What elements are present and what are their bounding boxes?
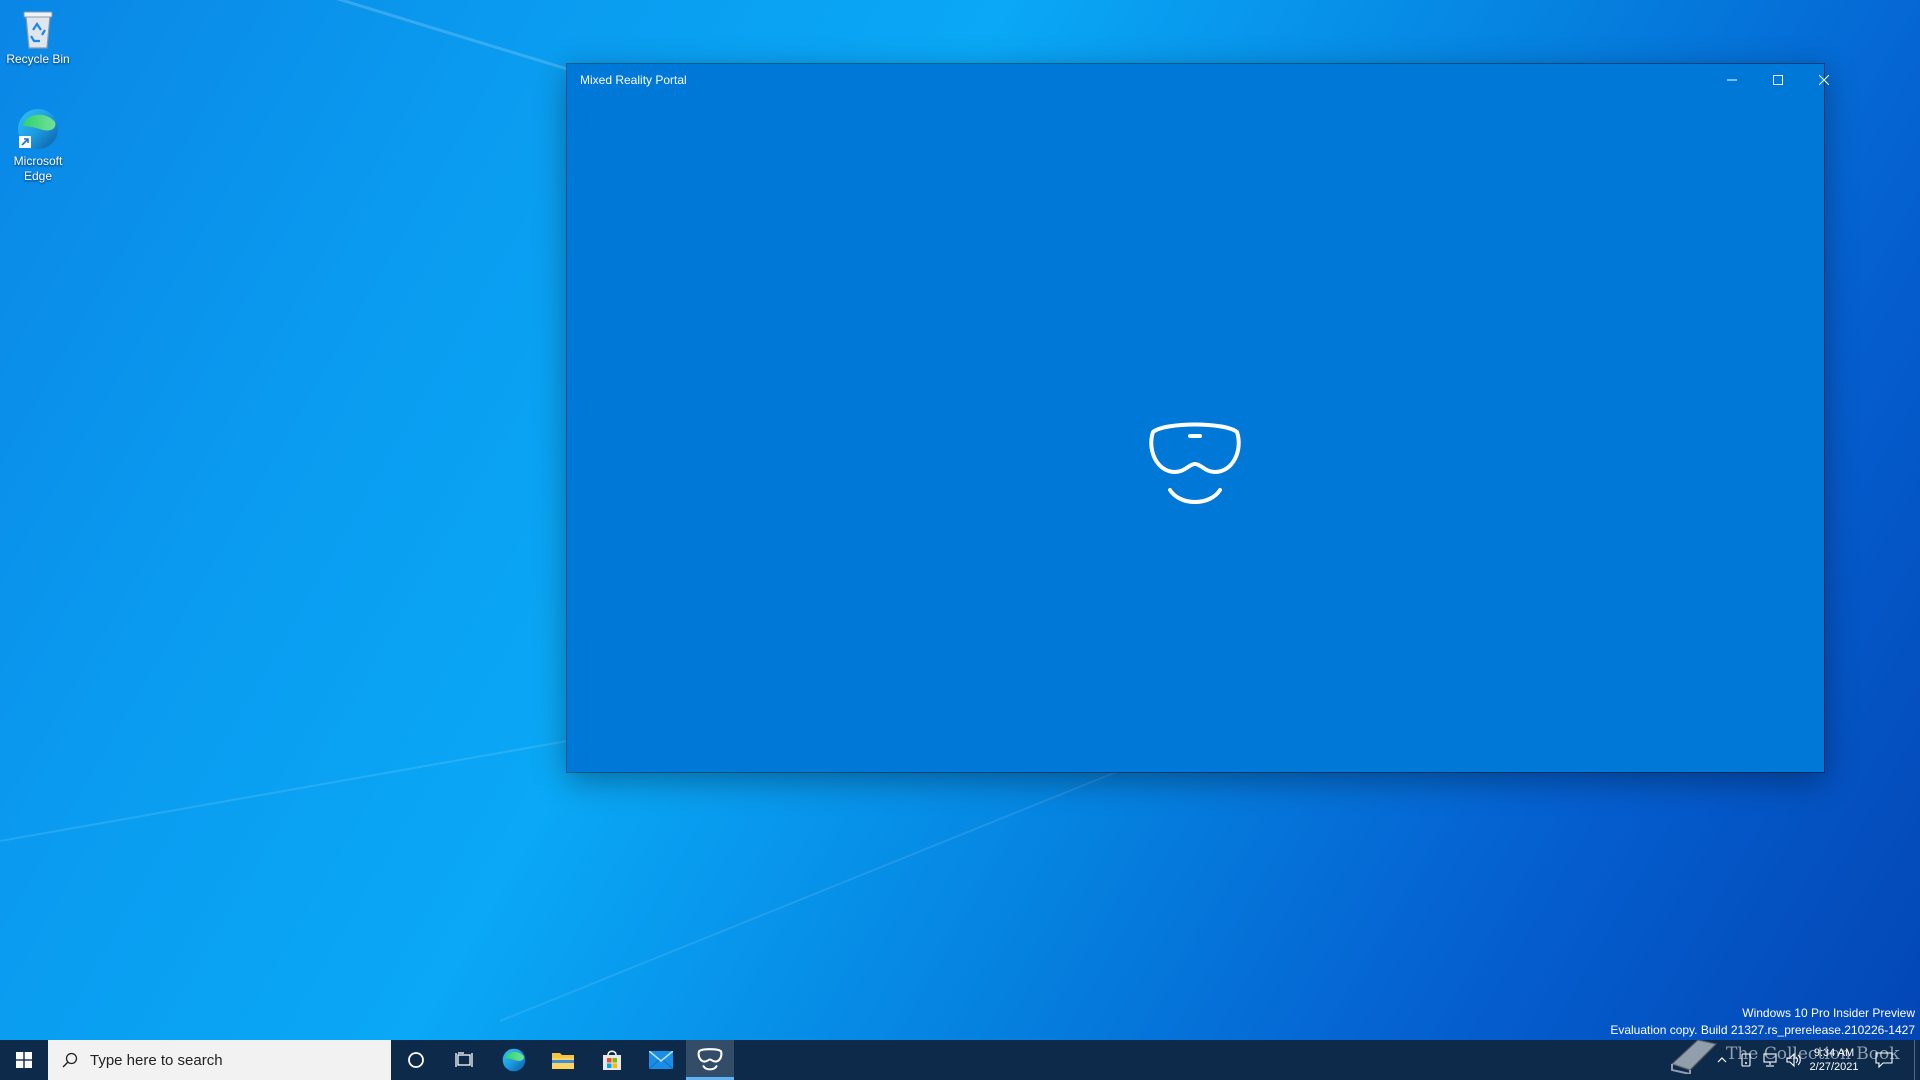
task-view-button[interactable]	[440, 1040, 488, 1080]
folder-icon	[552, 1053, 574, 1069]
minimize-icon	[1727, 79, 1737, 81]
task-view-icon	[455, 1052, 473, 1067]
desktop-icon-label: Recycle Bin	[6, 52, 70, 66]
taskbar-search-box[interactable]: Type here to search	[48, 1040, 391, 1080]
tray-network-button[interactable]	[1758, 1040, 1782, 1080]
desktop-icon-label: Microsoft Edge	[13, 154, 63, 183]
edge-icon	[18, 109, 58, 149]
windows-logo-icon	[16, 1052, 32, 1068]
desktop: Recycle Bin Microsoft Edge Mixed Reality…	[0, 0, 1920, 1040]
desktop-icon-recycle-bin[interactable]: Recycle Bin	[0, 6, 76, 67]
show-desktop-button[interactable]	[1914, 1040, 1920, 1080]
search-placeholder: Type here to search	[90, 1051, 223, 1069]
close-icon	[1819, 75, 1829, 85]
mixed-reality-portal-window[interactable]: Mixed Reality Portal	[567, 64, 1829, 772]
window-content	[567, 96, 1824, 772]
taskbar: Type here to search 9:34 AM 2/27/2021	[0, 1040, 1920, 1080]
mail-icon	[649, 1051, 673, 1069]
cortana-icon	[408, 1052, 424, 1068]
taskbar-mail-button[interactable]	[637, 1040, 685, 1080]
taskbar-clock[interactable]: 9:34 AM 2/27/2021	[1806, 1040, 1862, 1080]
watermark-line: Windows 10 Pro Insider Preview	[1742, 1006, 1915, 1020]
start-button[interactable]	[0, 1040, 48, 1080]
close-button[interactable]	[1801, 64, 1847, 96]
tray-device-button[interactable]	[1734, 1040, 1758, 1080]
tray-volume-button[interactable]	[1782, 1040, 1806, 1080]
window-title: Mixed Reality Portal	[580, 73, 687, 87]
taskbar-file-explorer-button[interactable]	[539, 1040, 587, 1080]
clock-date: 2/27/2021	[1809, 1061, 1859, 1073]
maximize-icon	[1773, 75, 1783, 85]
watermark-line: Evaluation copy. Build 21327.rs_prerelea…	[1610, 1023, 1915, 1037]
mixed-reality-headset-icon	[697, 1048, 723, 1071]
store-icon	[603, 1050, 621, 1070]
action-center-button[interactable]	[1862, 1040, 1906, 1080]
clock-time: 9:34 AM	[1813, 1047, 1855, 1059]
device-icon	[1741, 1053, 1751, 1067]
taskbar-mixed-reality-portal-button[interactable]	[686, 1040, 734, 1080]
mixed-reality-headset-icon	[1149, 422, 1241, 504]
windows-evaluation-watermark: Windows 10 Pro Insider Preview Evaluatio…	[1610, 1005, 1915, 1039]
notification-icon	[1875, 1052, 1893, 1068]
network-icon	[1763, 1053, 1777, 1067]
edge-icon	[502, 1048, 526, 1072]
recycle-bin-icon	[23, 11, 53, 49]
desktop-icon-microsoft-edge[interactable]: Microsoft Edge	[0, 106, 76, 184]
volume-icon	[1786, 1053, 1801, 1067]
taskbar-edge-button[interactable]	[490, 1040, 538, 1080]
search-icon	[62, 1052, 78, 1068]
show-hidden-icons-button[interactable]	[1710, 1040, 1734, 1080]
chevron-up-icon	[1717, 1057, 1727, 1063]
window-titlebar[interactable]: Mixed Reality Portal	[567, 64, 1829, 96]
taskbar-store-button[interactable]	[588, 1040, 636, 1080]
maximize-button[interactable]	[1755, 64, 1801, 96]
cortana-button[interactable]	[392, 1040, 440, 1080]
minimize-button[interactable]	[1709, 64, 1755, 96]
